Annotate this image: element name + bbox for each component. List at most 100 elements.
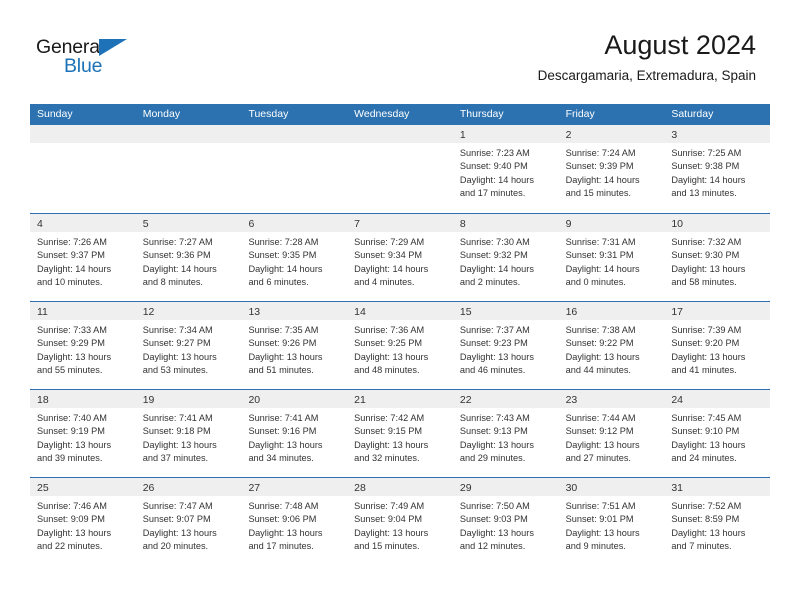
day-number-band: 14 xyxy=(347,302,453,320)
day-number: 8 xyxy=(459,218,466,230)
day-cell[interactable]: 10 Sunrise: 7:32 AM Sunset: 9:30 PM Dayl… xyxy=(664,214,771,301)
day-cell[interactable]: 31 Sunrise: 7:52 AM Sunset: 8:59 PM Dayl… xyxy=(664,478,771,565)
day-number: 16 xyxy=(565,306,578,318)
day-info: Sunrise: 7:48 AM Sunset: 9:06 PM Dayligh… xyxy=(241,496,347,553)
day-info xyxy=(30,143,136,147)
sunrise-text: Sunrise: 7:27 AM xyxy=(142,237,213,247)
logo-text-blue: Blue xyxy=(64,55,103,77)
day-cell[interactable]: 22 Sunrise: 7:43 AM Sunset: 9:13 PM Dayl… xyxy=(452,390,559,477)
day-number: 31 xyxy=(671,482,683,494)
day-cell[interactable]: 26 Sunrise: 7:47 AM Sunset: 9:07 PM Dayl… xyxy=(135,478,242,565)
sunset-text: Sunset: 9:18 PM xyxy=(142,426,211,437)
location-subtitle: Descargamaria, Extremadura, Spain xyxy=(537,68,756,84)
day-cell[interactable]: 17 Sunrise: 7:39 AM Sunset: 9:20 PM Dayl… xyxy=(664,302,771,389)
daylight-text-line1: Daylight: 13 hours xyxy=(565,351,640,362)
day-number: 12 xyxy=(142,306,155,318)
day-number-band: 22 xyxy=(452,390,559,408)
day-cell[interactable] xyxy=(30,125,136,213)
daylight-text-line2: and 20 minutes. xyxy=(142,540,209,551)
daylight-text-line1: Daylight: 14 hours xyxy=(459,174,534,185)
day-cell[interactable] xyxy=(347,125,453,213)
day-info: Sunrise: 7:40 AM Sunset: 9:19 PM Dayligh… xyxy=(30,408,136,465)
day-info: Sunrise: 7:25 AM Sunset: 9:38 PM Dayligh… xyxy=(664,143,770,200)
sunset-text: Sunset: 9:34 PM xyxy=(354,250,423,261)
day-cell[interactable]: 21 Sunrise: 7:42 AM Sunset: 9:15 PM Dayl… xyxy=(347,390,453,477)
day-cell[interactable]: 30 Sunrise: 7:51 AM Sunset: 9:01 PM Dayl… xyxy=(558,478,665,565)
day-number: 27 xyxy=(248,482,261,494)
day-cell[interactable]: 13 Sunrise: 7:35 AM Sunset: 9:26 PM Dayl… xyxy=(241,302,348,389)
daylight-text-line1: Daylight: 14 hours xyxy=(142,263,217,274)
daylight-text-line1: Daylight: 13 hours xyxy=(37,527,112,538)
day-number-band: 27 xyxy=(241,478,348,496)
day-number: 2 xyxy=(565,129,572,141)
sunset-text: Sunset: 9:31 PM xyxy=(565,250,634,261)
day-cell[interactable]: 25 Sunrise: 7:46 AM Sunset: 9:09 PM Dayl… xyxy=(30,478,136,565)
day-number-band: 1 xyxy=(452,125,559,143)
daylight-text-line2: and 27 minutes. xyxy=(565,452,631,463)
day-cell[interactable]: 9 Sunrise: 7:31 AM Sunset: 9:31 PM Dayli… xyxy=(558,214,665,301)
general-blue-logo[interactable]: General Blue xyxy=(36,37,146,86)
day-number: 24 xyxy=(671,394,683,406)
sunset-text: Sunset: 9:40 PM xyxy=(459,161,528,172)
day-cell[interactable]: 27 Sunrise: 7:48 AM Sunset: 9:06 PM Dayl… xyxy=(241,478,348,565)
daylight-text-line2: and 29 minutes. xyxy=(459,452,526,463)
day-cell[interactable]: 18 Sunrise: 7:40 AM Sunset: 9:19 PM Dayl… xyxy=(30,390,136,477)
day-cell[interactable]: 19 Sunrise: 7:41 AM Sunset: 9:18 PM Dayl… xyxy=(135,390,242,477)
week-row: 1 Sunrise: 7:23 AM Sunset: 9:40 PM Dayli… xyxy=(30,125,771,213)
day-info: Sunrise: 7:43 AM Sunset: 9:13 PM Dayligh… xyxy=(453,408,559,465)
day-number-band: 17 xyxy=(664,302,771,320)
daylight-text-line1: Daylight: 13 hours xyxy=(354,527,429,538)
day-cell[interactable]: 2 Sunrise: 7:24 AM Sunset: 9:39 PM Dayli… xyxy=(558,125,665,213)
day-number-band xyxy=(347,125,453,143)
day-cell[interactable]: 20 Sunrise: 7:41 AM Sunset: 9:16 PM Dayl… xyxy=(241,390,348,477)
daylight-text-line2: and 8 minutes. xyxy=(142,276,203,287)
weekday-tuesday: Tuesday xyxy=(248,108,289,120)
sunset-text: Sunset: 9:16 PM xyxy=(248,426,317,437)
day-number-band: 16 xyxy=(558,302,665,320)
sunrise-text: Sunrise: 7:43 AM xyxy=(459,413,530,423)
day-info: Sunrise: 7:36 AM Sunset: 9:25 PM Dayligh… xyxy=(347,320,453,377)
sunrise-text: Sunrise: 7:29 AM xyxy=(354,237,425,247)
day-cell[interactable]: 16 Sunrise: 7:38 AM Sunset: 9:22 PM Dayl… xyxy=(558,302,665,389)
day-cell[interactable]: 4 Sunrise: 7:26 AM Sunset: 9:37 PM Dayli… xyxy=(30,214,136,301)
daylight-text-line2: and 51 minutes. xyxy=(248,364,314,375)
day-cell[interactable]: 28 Sunrise: 7:49 AM Sunset: 9:04 PM Dayl… xyxy=(347,478,453,565)
day-number: 1 xyxy=(459,129,466,141)
day-number-band: 12 xyxy=(135,302,242,320)
daylight-text-line1: Daylight: 14 hours xyxy=(565,263,640,274)
sunset-text: Sunset: 9:25 PM xyxy=(354,338,423,349)
day-cell[interactable]: 23 Sunrise: 7:44 AM Sunset: 9:12 PM Dayl… xyxy=(558,390,665,477)
daylight-text-line2: and 24 minutes. xyxy=(671,452,737,463)
day-cell[interactable]: 7 Sunrise: 7:29 AM Sunset: 9:34 PM Dayli… xyxy=(347,214,453,301)
day-number: 10 xyxy=(671,218,683,230)
sunrise-text: Sunrise: 7:47 AM xyxy=(142,501,213,511)
daylight-text-line2: and 39 minutes. xyxy=(37,452,103,463)
day-cell[interactable]: 12 Sunrise: 7:34 AM Sunset: 9:27 PM Dayl… xyxy=(135,302,242,389)
daylight-text-line1: Daylight: 14 hours xyxy=(671,174,746,185)
day-cell[interactable]: 3 Sunrise: 7:25 AM Sunset: 9:38 PM Dayli… xyxy=(664,125,771,213)
daylight-text-line2: and 58 minutes. xyxy=(671,276,737,287)
daylight-text-line2: and 15 minutes. xyxy=(354,540,420,551)
day-cell[interactable]: 8 Sunrise: 7:30 AM Sunset: 9:32 PM Dayli… xyxy=(452,214,559,301)
day-cell[interactable]: 14 Sunrise: 7:36 AM Sunset: 9:25 PM Dayl… xyxy=(347,302,453,389)
sunrise-text: Sunrise: 7:30 AM xyxy=(459,237,530,247)
week-row: 4 Sunrise: 7:26 AM Sunset: 9:37 PM Dayli… xyxy=(30,213,771,301)
day-number-band: 6 xyxy=(241,214,348,232)
day-cell[interactable]: 5 Sunrise: 7:27 AM Sunset: 9:36 PM Dayli… xyxy=(135,214,242,301)
daylight-text-line1: Daylight: 14 hours xyxy=(248,263,323,274)
day-cell[interactable]: 6 Sunrise: 7:28 AM Sunset: 9:35 PM Dayli… xyxy=(241,214,348,301)
day-cell[interactable]: 24 Sunrise: 7:45 AM Sunset: 9:10 PM Dayl… xyxy=(664,390,771,477)
day-number: 17 xyxy=(671,306,683,318)
sunrise-text: Sunrise: 7:34 AM xyxy=(142,325,213,335)
day-cell[interactable]: 29 Sunrise: 7:50 AM Sunset: 9:03 PM Dayl… xyxy=(452,478,559,565)
day-number-band: 19 xyxy=(135,390,242,408)
day-info: Sunrise: 7:33 AM Sunset: 9:29 PM Dayligh… xyxy=(30,320,136,377)
day-cell[interactable] xyxy=(241,125,348,213)
day-cell[interactable]: 15 Sunrise: 7:37 AM Sunset: 9:23 PM Dayl… xyxy=(452,302,559,389)
day-info: Sunrise: 7:41 AM Sunset: 9:16 PM Dayligh… xyxy=(241,408,347,465)
daylight-text-line2: and 32 minutes. xyxy=(354,452,420,463)
day-cell[interactable] xyxy=(135,125,242,213)
day-cell[interactable]: 11 Sunrise: 7:33 AM Sunset: 9:29 PM Dayl… xyxy=(30,302,136,389)
day-cell[interactable]: 1 Sunrise: 7:23 AM Sunset: 9:40 PM Dayli… xyxy=(452,125,559,213)
day-number: 3 xyxy=(671,129,678,141)
